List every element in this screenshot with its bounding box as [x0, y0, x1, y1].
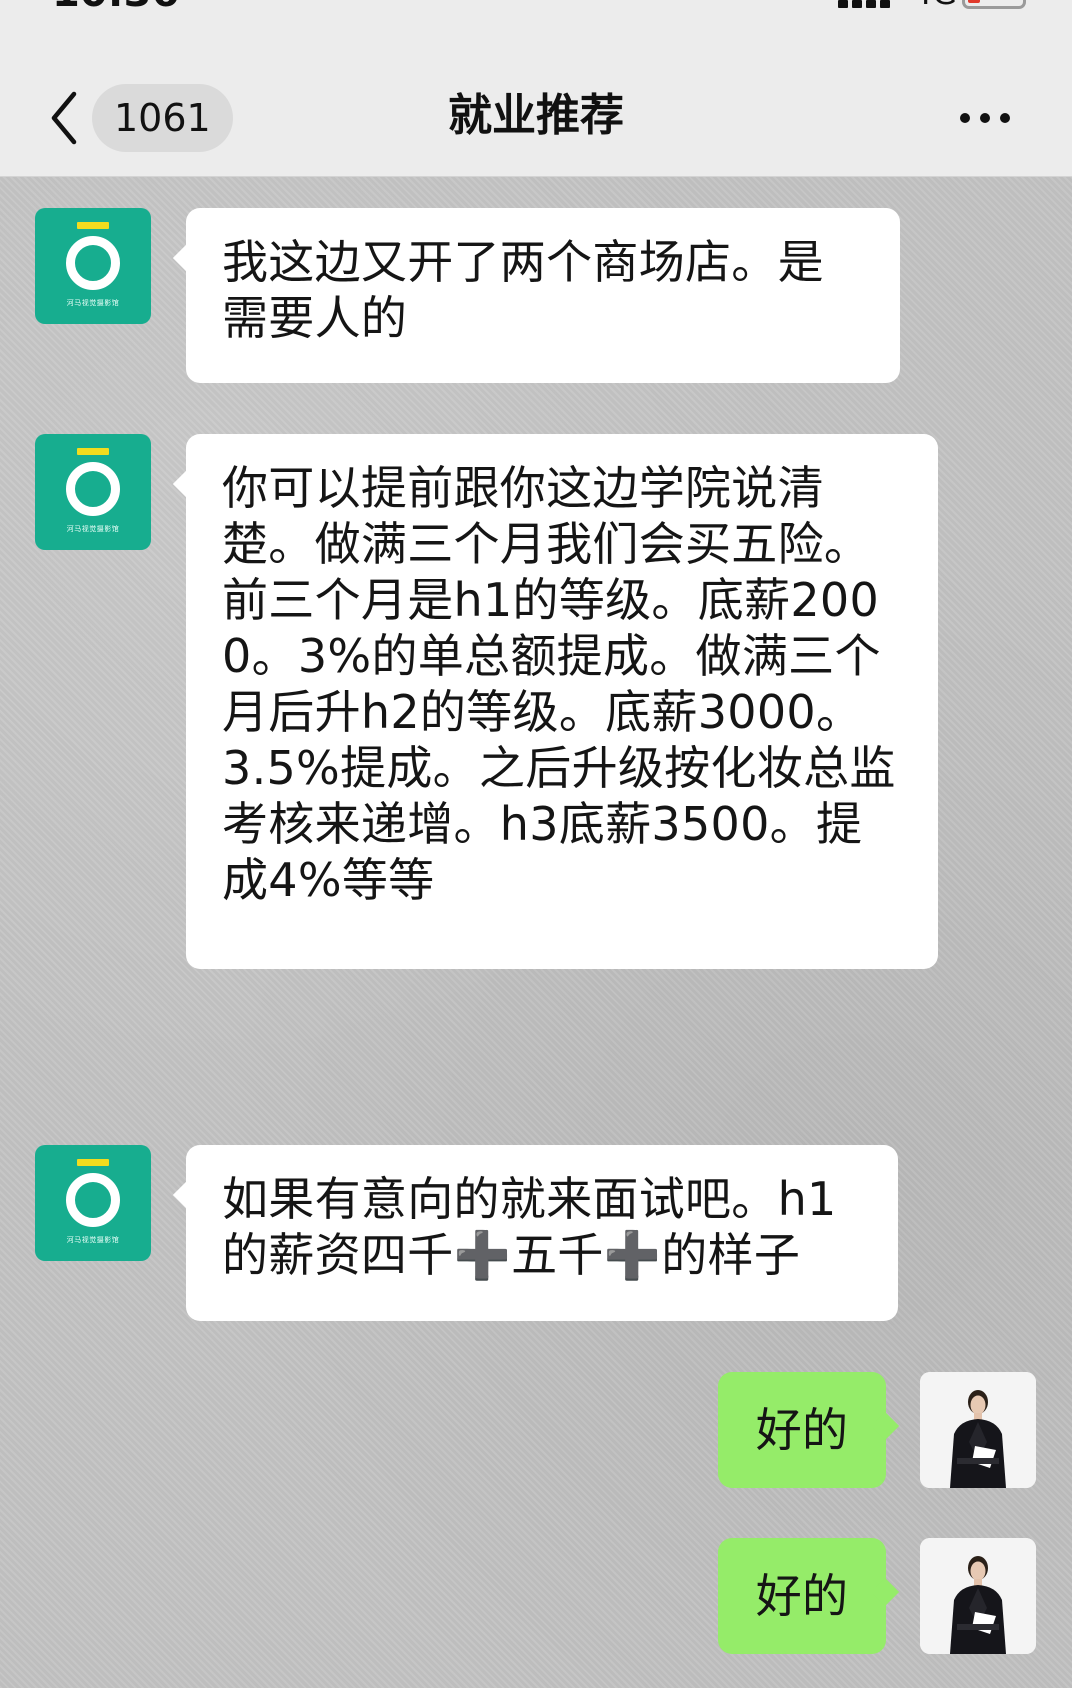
user-avatar[interactable] — [920, 1372, 1036, 1488]
battery-level — [968, 0, 980, 3]
message-text: 好的 — [755, 1569, 849, 1623]
chat-title: 就业推荐 — [448, 90, 624, 141]
logo-ring-icon — [66, 1173, 120, 1227]
contact-avatar[interactable]: 河马视觉摄影馆 — [35, 208, 151, 324]
battery-icon — [962, 0, 1026, 9]
status-bar: 10:36 4G — [0, 0, 1072, 18]
logo-ring-icon — [66, 236, 120, 290]
message-text: 我这边又开了两个商场店。是需要人的 — [222, 235, 824, 345]
logo-bar — [77, 448, 109, 455]
logo-bar — [77, 222, 109, 229]
more-dots-icon — [960, 104, 1024, 132]
message-text: 你可以提前跟你这边学院说清楚。做满三个月我们会买五险。前三个月是h1的等级。底薪… — [222, 461, 896, 907]
nav-bar: 1061 就业推荐 — [0, 18, 1072, 177]
logo-caption: 河马视觉摄影馆 — [66, 525, 120, 533]
person-photo-icon — [920, 1538, 1036, 1654]
logo-bar — [77, 1159, 109, 1166]
contact-avatar[interactable]: 河马视觉摄影馆 — [35, 1145, 151, 1261]
message-text: 好的 — [755, 1403, 849, 1457]
more-button[interactable] — [960, 104, 1024, 132]
network-type: 4G — [912, 0, 957, 12]
logo-caption: 河马视觉摄影馆 — [66, 1236, 120, 1244]
message-bubble[interactable]: 如果有意向的就来面试吧。h1的薪资四千➕五千➕的样子 — [172, 1145, 898, 1321]
logo-ring-icon — [66, 462, 120, 516]
signal-icon — [838, 0, 890, 8]
message-bubble[interactable]: 你可以提前跟你这边学院说清楚。做满三个月我们会买五险。前三个月是h1的等级。底薪… — [172, 434, 938, 969]
message-bubble[interactable]: 我这边又开了两个商场店。是需要人的 — [172, 208, 900, 383]
message-text: 如果有意向的就来面试吧。h1的薪资四千➕五千➕的样子 — [222, 1172, 837, 1282]
user-avatar[interactable] — [920, 1538, 1036, 1654]
contact-avatar[interactable]: 河马视觉摄影馆 — [35, 434, 151, 550]
logo-caption: 河马视觉摄影馆 — [66, 299, 120, 307]
message-bubble-outgoing[interactable]: 好的 — [718, 1372, 900, 1488]
person-photo-icon — [920, 1372, 1036, 1488]
message-bubble-outgoing[interactable]: 好的 — [718, 1538, 900, 1654]
status-time: 10:36 — [52, 0, 179, 16]
